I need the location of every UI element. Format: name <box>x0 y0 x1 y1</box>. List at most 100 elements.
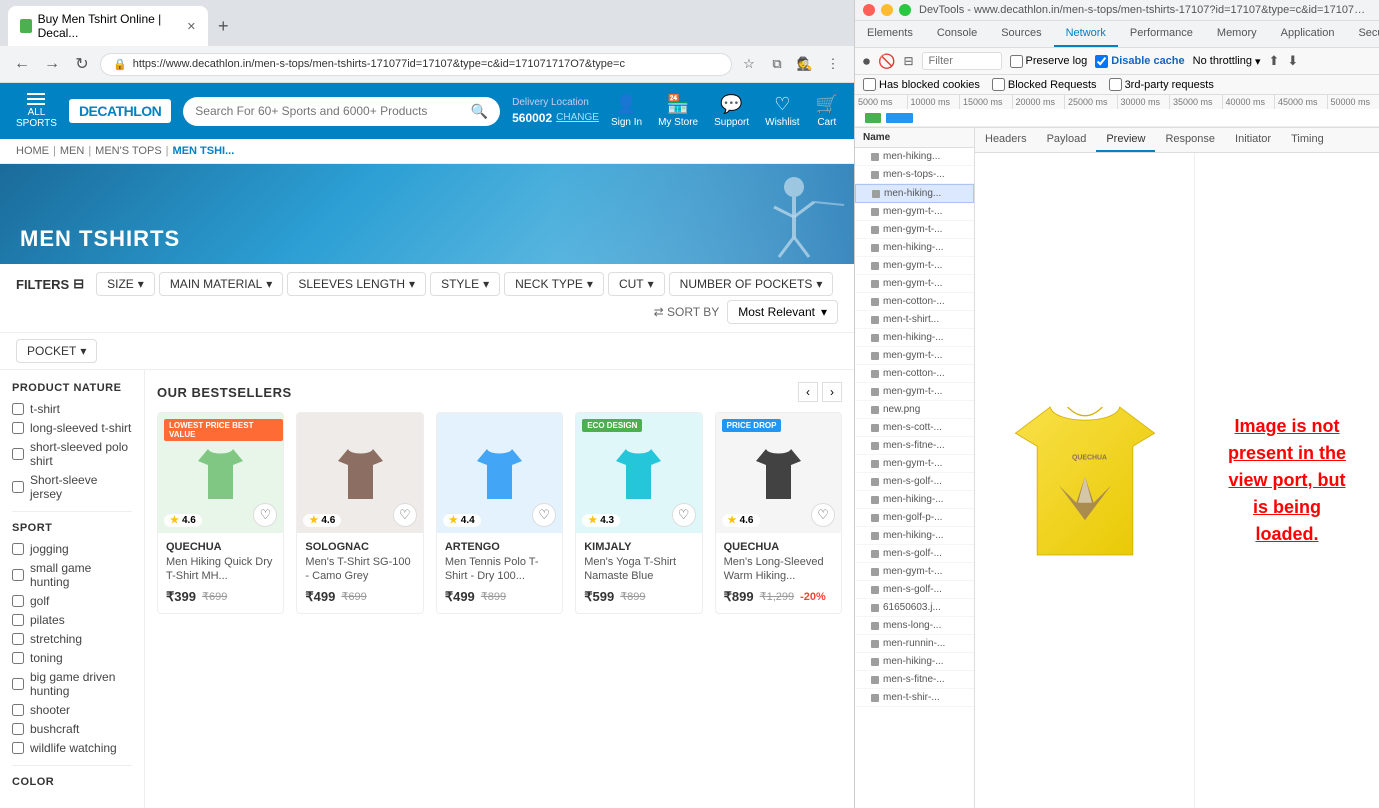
filter-stretching[interactable]: stretching <box>12 632 132 646</box>
wishlist-btn-2[interactable]: ♡ <box>393 503 417 527</box>
filter-big-game[interactable]: big game driven hunting <box>12 670 132 698</box>
all-sports-button[interactable]: ALLSPORTS <box>16 93 57 129</box>
wishlist-button[interactable]: ♡ Wishlist <box>765 94 799 128</box>
incognito-icon[interactable]: 🕵 <box>794 53 816 75</box>
filter-jersey[interactable]: Short-sleeve jersey <box>12 473 132 501</box>
filter-pilates[interactable]: pilates <box>12 613 132 627</box>
request-item-26[interactable]: 61650603.j... <box>855 599 974 617</box>
import-icon[interactable]: ⬆ <box>1268 53 1279 69</box>
network-filter-input[interactable] <box>922 52 1002 70</box>
request-item-22[interactable]: men-hiking-... <box>855 527 974 545</box>
filter-long-sleeve[interactable]: long-sleeved t-shirt <box>12 421 132 435</box>
request-item-16[interactable]: men-s-cott-... <box>855 419 974 437</box>
clear-button[interactable]: 🚫 <box>878 53 895 70</box>
long-sleeve-checkbox[interactable] <box>12 422 24 434</box>
sort-dropdown[interactable]: Most Relevant ▾ <box>727 300 838 324</box>
product-card-5[interactable]: PRICE DROP ★ 4.6 ♡ QUECHUA Men's Lon <box>715 412 842 614</box>
detail-tab-payload[interactable]: Payload <box>1037 128 1097 152</box>
detail-tab-headers[interactable]: Headers <box>975 128 1037 152</box>
window-minimize-button[interactable] <box>881 4 893 16</box>
filter-shooter[interactable]: shooter <box>12 703 132 717</box>
jersey-checkbox[interactable] <box>12 481 24 493</box>
request-item-23[interactable]: men-s-golf-... <box>855 545 974 563</box>
wishlist-btn-4[interactable]: ♡ <box>672 503 696 527</box>
product-card-3[interactable]: ★ 4.4 ♡ ARTENGO Men Tennis Polo T-Shirt … <box>436 412 563 614</box>
filter-polo[interactable]: short-sleeved polo shirt <box>12 440 132 468</box>
request-item-2[interactable]: men-s-tops-... <box>855 166 974 184</box>
request-item-5[interactable]: men-gym-t-... <box>855 221 974 239</box>
wishlist-btn-5[interactable]: ♡ <box>811 503 835 527</box>
tshirt-checkbox[interactable] <box>12 403 24 415</box>
request-item-9[interactable]: men-cotton-... <box>855 293 974 311</box>
tab-sources[interactable]: Sources <box>989 21 1053 47</box>
tab-performance[interactable]: Performance <box>1118 21 1205 47</box>
filter-sleeves[interactable]: SLEEVES LENGTH ▾ <box>287 272 426 296</box>
product-card-4[interactable]: ECO DESIGN ★ 4.3 ♡ KIMJALY Men's Yog <box>575 412 702 614</box>
toning-checkbox[interactable] <box>12 652 24 664</box>
tab-security[interactable]: Security <box>1346 21 1379 47</box>
refresh-button[interactable]: ↻ <box>70 52 94 76</box>
request-item-21[interactable]: men-golf-p-... <box>855 509 974 527</box>
request-item-20[interactable]: men-hiking-... <box>855 491 974 509</box>
stretching-checkbox[interactable] <box>12 633 24 645</box>
record-button[interactable]: ⏺ <box>863 53 870 70</box>
filter-neck[interactable]: NECK TYPE ▾ <box>504 272 604 296</box>
request-item-29[interactable]: men-hiking-... <box>855 653 974 671</box>
filter-wildlife[interactable]: wildlife watching <box>12 741 132 755</box>
detail-tab-timing[interactable]: Timing <box>1281 128 1334 152</box>
tab-network[interactable]: Network <box>1054 21 1118 47</box>
preserve-log-checkbox[interactable] <box>1010 55 1023 68</box>
wildlife-checkbox[interactable] <box>12 742 24 754</box>
wishlist-btn-1[interactable]: ♡ <box>253 503 277 527</box>
window-maximize-button[interactable] <box>899 4 911 16</box>
request-item-25[interactable]: men-s-golf-... <box>855 581 974 599</box>
request-item-1[interactable]: men-hiking... <box>855 148 974 166</box>
prev-page-button[interactable]: ‹ <box>798 382 818 402</box>
request-item-31[interactable]: men-t-shir-... <box>855 689 974 707</box>
cart-button[interactable]: 🛒 Cart <box>816 94 838 128</box>
request-item-8[interactable]: men-gym-t-... <box>855 275 974 293</box>
request-item-11[interactable]: men-hiking-... <box>855 329 974 347</box>
product-card-1[interactable]: LOWEST PRICE BEST VALUE ★ 4.6 ♡ QUECHUA <box>157 412 284 614</box>
wishlist-btn-3[interactable]: ♡ <box>532 503 556 527</box>
delivery-change-link[interactable]: CHANGE <box>556 111 599 125</box>
product-card-2[interactable]: ★ 4.6 ♡ SOLOGNAC Men's T-Shirt SG-100 - … <box>296 412 423 614</box>
filter-button[interactable]: ⊟ <box>903 54 913 68</box>
breadcrumb-men[interactable]: MEN <box>60 145 84 157</box>
request-item-18[interactable]: men-gym-t-... <box>855 455 974 473</box>
filter-cut[interactable]: CUT ▾ <box>608 272 665 296</box>
menu-icon[interactable]: ⋮ <box>822 53 844 75</box>
search-input[interactable] <box>195 104 462 118</box>
request-item-12[interactable]: men-gym-t-... <box>855 347 974 365</box>
disable-cache-checkbox[interactable] <box>1095 55 1108 68</box>
shooter-checkbox[interactable] <box>12 704 24 716</box>
request-item-13[interactable]: men-cotton-... <box>855 365 974 383</box>
filter-golf[interactable]: golf <box>12 594 132 608</box>
tab-close-icon[interactable]: ✕ <box>187 20 196 33</box>
request-item-10[interactable]: men-t-shirt... <box>855 311 974 329</box>
tab-elements[interactable]: Elements <box>855 21 925 47</box>
hunting-checkbox[interactable] <box>12 569 24 581</box>
address-bar[interactable]: 🔒 https://www.decathlon.in/men-s-tops/me… <box>100 53 732 76</box>
request-item-30[interactable]: men-s-fitne-... <box>855 671 974 689</box>
request-item-14[interactable]: men-gym-t-... <box>855 383 974 401</box>
search-icon[interactable]: 🔍 <box>471 103 488 120</box>
filter-tshirt[interactable]: t-shirt <box>12 402 132 416</box>
detail-tab-response[interactable]: Response <box>1155 128 1225 152</box>
request-item-28[interactable]: men-runnin-... <box>855 635 974 653</box>
third-party-checkbox[interactable] <box>1109 78 1122 91</box>
filter-style[interactable]: STYLE ▾ <box>430 272 500 296</box>
request-item-15[interactable]: new.png <box>855 401 974 419</box>
polo-checkbox[interactable] <box>12 448 24 460</box>
support-button[interactable]: 💬 Support <box>714 94 749 128</box>
forward-button[interactable]: → <box>40 52 64 76</box>
request-item-6[interactable]: men-hiking-... <box>855 239 974 257</box>
next-page-button[interactable]: › <box>822 382 842 402</box>
jogging-checkbox[interactable] <box>12 543 24 555</box>
new-tab-button[interactable]: + <box>212 16 235 37</box>
request-item-17[interactable]: men-s-fitne-... <box>855 437 974 455</box>
breadcrumb-mens-tops[interactable]: MEN'S TOPS <box>95 145 162 157</box>
filter-pockets[interactable]: NUMBER OF POCKETS ▾ <box>669 272 834 296</box>
filter-size[interactable]: SIZE ▾ <box>96 272 155 296</box>
request-item-3[interactable]: men-hiking... <box>855 184 974 203</box>
